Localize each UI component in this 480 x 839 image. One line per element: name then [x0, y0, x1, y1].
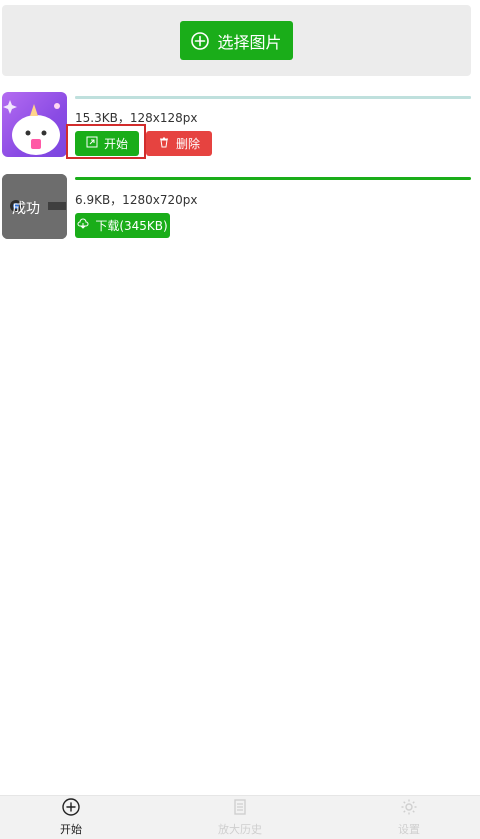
delete-label: 删除: [175, 137, 200, 151]
highlight-frame: [66, 124, 146, 159]
tab-label: 开始: [60, 823, 82, 836]
image-row: 成功 6.9KB，1280x720px 下载(345KB): [2, 174, 480, 240]
tab-label: 放大历史: [218, 823, 262, 836]
tab-history[interactable]: 放大历史: [218, 798, 262, 837]
progress-bar: [75, 177, 471, 180]
cloud-download-icon: [77, 218, 89, 233]
gear-icon: [400, 798, 418, 819]
delete-button[interactable]: 删除: [146, 131, 212, 156]
success-overlay: 成功: [12, 201, 40, 217]
tab-start[interactable]: 开始: [60, 798, 82, 837]
plus-circle-icon: [62, 798, 80, 819]
image-thumbnail: 成功: [2, 174, 67, 239]
download-label: 下载(345KB): [95, 219, 168, 233]
file-meta: 6.9KB，1280x720px: [75, 193, 198, 207]
progress-bar: [75, 96, 471, 99]
select-image-label: 选择图片: [217, 32, 282, 52]
tab-settings[interactable]: 设置: [398, 798, 420, 837]
trash-icon: [158, 136, 170, 151]
tab-label: 设置: [398, 823, 420, 836]
download-button[interactable]: 下载(345KB): [75, 213, 170, 238]
bottom-tabbar: 开始 放大历史 设置: [0, 795, 480, 839]
plus-circle-icon: [191, 31, 210, 50]
document-icon: [231, 798, 249, 819]
select-image-button[interactable]: 选择图片: [180, 21, 293, 60]
image-thumbnail: [2, 92, 67, 157]
